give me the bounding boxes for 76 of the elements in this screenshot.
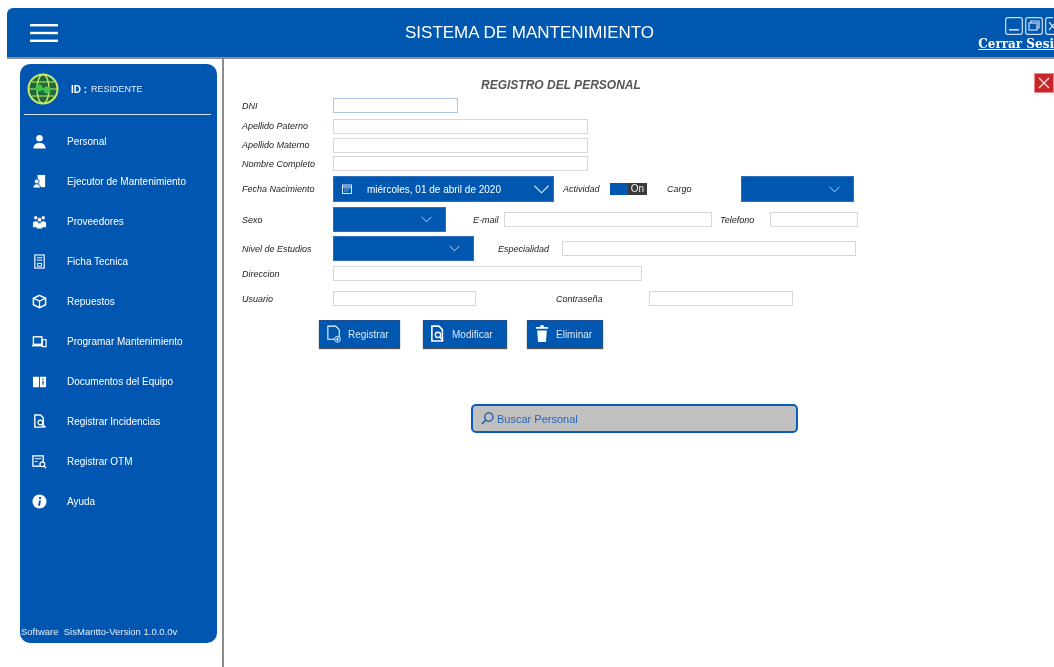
field-label: Cargo [667,184,693,194]
toggle-switch[interactable]: On [610,183,647,195]
field-label: DNI [242,100,259,111]
laptop-phone-icon [32,333,47,349]
dropdown[interactable] [333,207,446,232]
delete-button[interactable]: Eliminar [527,320,603,348]
sidebar-item[interactable]: Registrar OTM [20,452,217,470]
field-label: Fecha Nacimiento [242,184,316,194]
app-title: SISTEMA DE MANTENIMIENTO [405,22,656,43]
close-button[interactable] [1034,73,1054,93]
document-icon [32,253,47,269]
input-field[interactable] [333,156,588,171]
version-text: Software SisMantto-Version 1.0.0.0v [20,626,179,637]
id-label: ID : [71,83,88,95]
sidebar-item[interactable]: Repuestos [20,292,217,310]
field-label: Nivel de Estudios [242,243,313,254]
sidebar-item[interactable]: Documentos del Equipo [20,372,217,390]
register-button[interactable]: Registrar [319,320,400,348]
sidebar-item[interactable]: Proveedores [20,212,217,230]
input-field[interactable] [333,137,588,153]
sidebar-item[interactable]: Personal [20,132,217,150]
close-icon [1038,77,1050,89]
user-role: RESIDENTE [91,84,143,94]
minimize-icon[interactable] [1005,17,1023,35]
field-label: Actividad [563,184,601,194]
calendar-icon [342,184,352,194]
dropdown[interactable] [741,176,854,202]
chevron-down-icon [449,245,460,252]
document-add-icon [327,325,341,343]
dropdown[interactable] [333,236,474,261]
field-label: Usuario [242,293,274,304]
globe-gears-icon [27,73,59,105]
input-field[interactable] [770,212,858,227]
info-icon [32,493,47,509]
sidebar-item[interactable]: Ayuda [20,492,217,510]
field-label: Sexo [242,214,264,225]
sidebar-item[interactable]: Programar Mantenimiento [20,332,217,350]
chevron-down-icon [829,185,840,193]
person-icon [32,133,47,149]
field-label: Telefono [720,214,756,225]
field-label: Direccion [242,268,281,279]
restore-icon[interactable] [1025,17,1043,35]
input-field[interactable] [504,212,712,227]
chevron-down-icon [421,216,432,223]
sidebar-item[interactable]: Ficha Tecnica [20,252,217,270]
input-field[interactable] [333,291,476,306]
document-search-icon [32,413,47,429]
form-title: REGISTRO DEL PERSONAL [481,77,641,92]
people-group-icon [32,213,47,229]
logout-link[interactable]: Cerrar Sesi [978,37,1054,51]
input-field[interactable] [333,266,642,281]
search-input[interactable]: Buscar Personal [497,412,777,425]
menu-icon[interactable] [30,23,58,42]
field-label: Contraseña [556,293,604,304]
person-document-icon [32,173,47,189]
search-field[interactable]: Buscar Personal [471,404,798,433]
input-field[interactable] [333,98,458,113]
input-field[interactable] [333,118,588,134]
field-label: Apellido Paterno [242,121,310,131]
field-label: Apellido Materno [242,140,311,150]
field-label: Nombre Completo [242,158,317,169]
document-search-icon [431,325,445,343]
sidebar-item[interactable]: Registrar Incidencias [20,412,217,430]
chevron-down-icon [534,184,549,194]
modify-button[interactable]: Modificar [423,320,507,348]
date-picker[interactable]: miércoles, 01 de abril de 2020 [333,176,554,202]
close-icon[interactable] [1045,17,1054,35]
box-icon [32,293,47,309]
search-icon [481,412,494,425]
sidebar-item[interactable]: Ejecutor de Mantenimiento [20,172,217,190]
field-label: E-mail [473,214,500,225]
form-search-icon [32,453,47,469]
input-field[interactable] [649,291,793,306]
input-field[interactable] [562,241,856,256]
field-label: Especialidad [498,243,551,254]
trash-icon [535,325,549,343]
